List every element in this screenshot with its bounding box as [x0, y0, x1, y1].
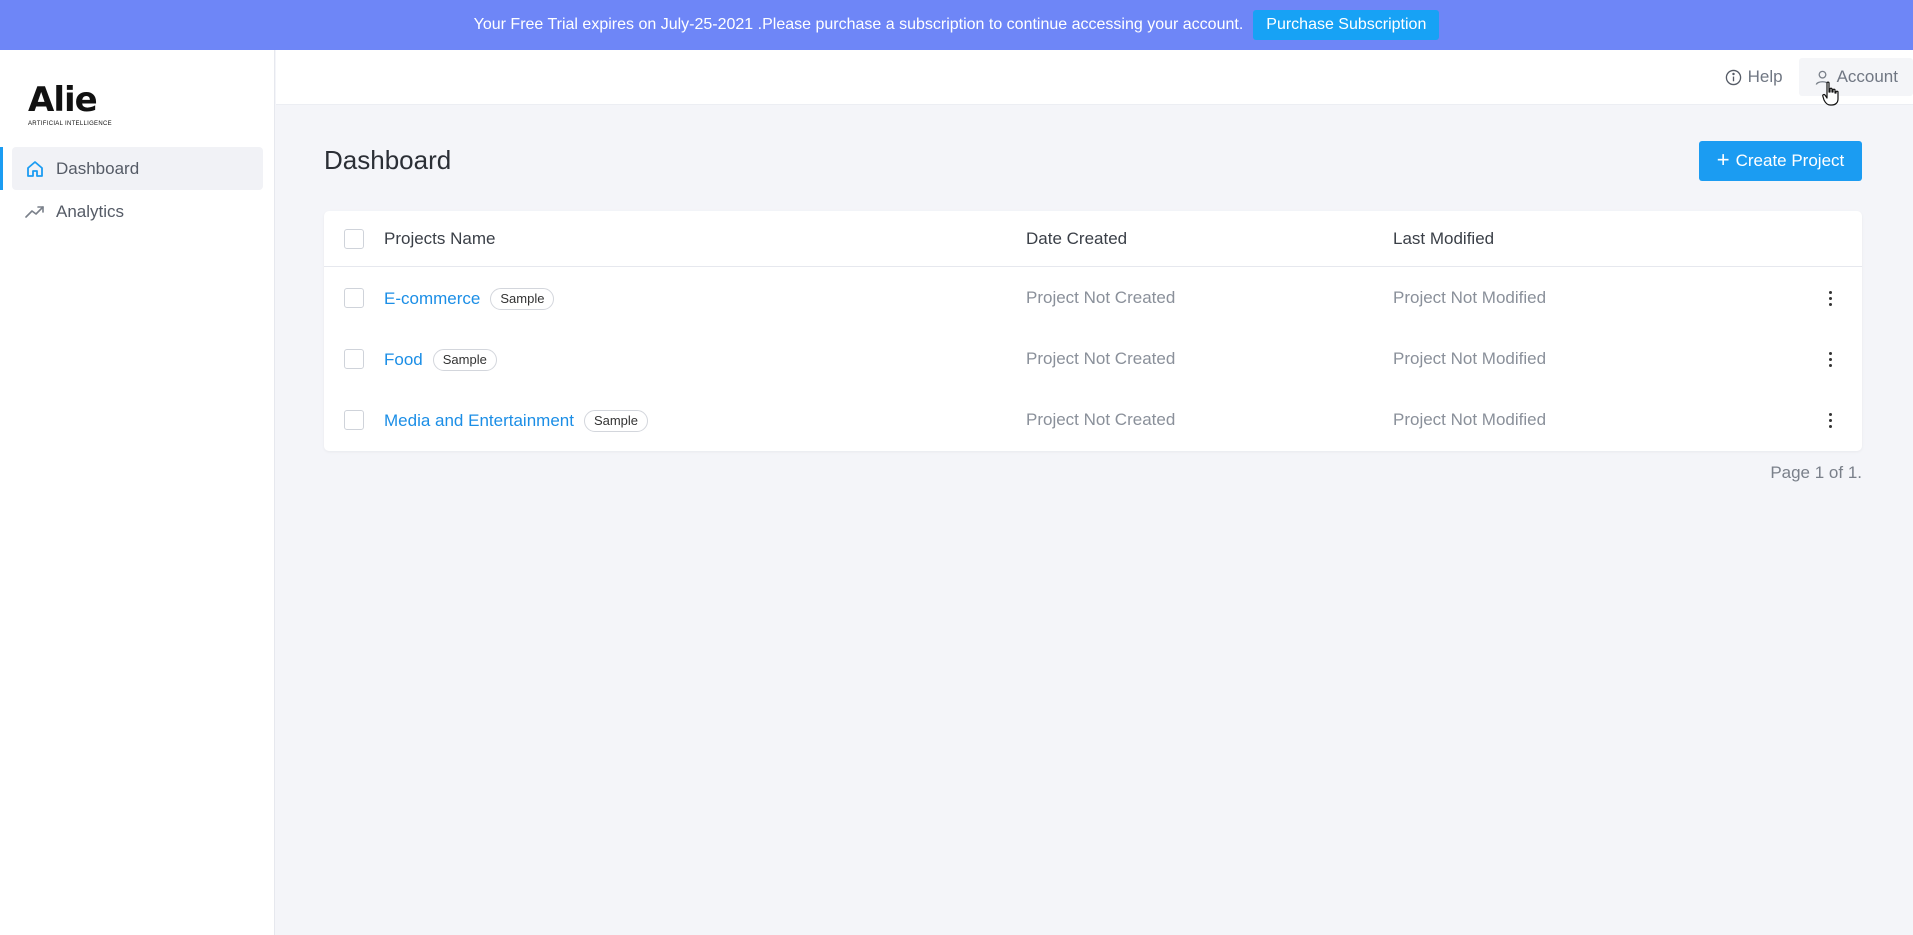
- page-title: Dashboard: [324, 145, 452, 175]
- sidebar-nav: Dashboard Analytics: [0, 147, 275, 233]
- trending-up-icon: [24, 201, 46, 223]
- select-all-checkbox[interactable]: [344, 229, 364, 249]
- trial-banner: Your Free Trial expires on July-25-2021 …: [0, 0, 1913, 50]
- brand-logo[interactable]: Alie ARTIFICIAL INTELLIGENCE: [28, 80, 112, 127]
- sidebar-item-label: Dashboard: [56, 158, 140, 178]
- table-row: Media and Entertainment Sample Project N…: [324, 390, 1862, 451]
- create-project-label: Create Project: [1735, 151, 1845, 170]
- date-created-cell: Project Not Created: [1026, 288, 1176, 307]
- help-label: Help: [1747, 67, 1783, 86]
- row-checkbox[interactable]: [344, 288, 364, 308]
- last-modified-cell: Project Not Modified: [1393, 349, 1547, 368]
- brand-name: Alie: [28, 80, 98, 120]
- column-header-date-created[interactable]: Date Created: [1026, 229, 1127, 249]
- projects-table: Projects Name Date Created Last Modified…: [324, 211, 1862, 451]
- sample-badge: Sample: [583, 410, 649, 432]
- table-row: Food Sample Project Not Created Project …: [324, 329, 1862, 390]
- last-modified-cell: Project Not Modified: [1393, 410, 1547, 429]
- project-name: Food: [384, 350, 423, 369]
- top-header: Help Account: [276, 50, 1913, 105]
- date-created-cell: Project Not Created: [1026, 349, 1176, 368]
- purchase-subscription-button[interactable]: Purchase Subscription: [1253, 10, 1440, 40]
- project-link[interactable]: E-commerce Sample: [384, 288, 555, 310]
- hand-cursor-icon: [1822, 81, 1839, 106]
- sample-badge: Sample: [490, 288, 555, 310]
- account-label: Account: [1836, 67, 1898, 86]
- header-actions: Help Account: [1709, 58, 1913, 96]
- project-link[interactable]: Food Sample: [384, 349, 497, 371]
- help-button[interactable]: Help: [1709, 58, 1799, 96]
- more-options-icon[interactable]: [1824, 408, 1836, 432]
- info-icon: [1725, 69, 1741, 85]
- pagination-text: Page 1 of 1.: [1770, 463, 1862, 482]
- table-row: E-commerce Sample Project Not Created Pr…: [324, 268, 1862, 329]
- project-name: E-commerce: [384, 289, 481, 308]
- trial-banner-text: Your Free Trial expires on July-25-2021 …: [473, 16, 1244, 33]
- sidebar-item-analytics[interactable]: Analytics: [12, 190, 263, 233]
- account-button[interactable]: Account: [1798, 58, 1913, 96]
- column-header-last-modified[interactable]: Last Modified: [1393, 229, 1494, 249]
- last-modified-cell: Project Not Modified: [1393, 288, 1547, 307]
- brand-tagline: ARTIFICIAL INTELLIGENCE: [28, 121, 112, 127]
- more-options-icon[interactable]: [1824, 347, 1836, 371]
- home-icon: [24, 158, 46, 180]
- column-header-name[interactable]: Projects Name: [384, 229, 495, 249]
- sidebar-item-dashboard[interactable]: Dashboard: [0, 147, 263, 190]
- sidebar: Alie ARTIFICIAL INTELLIGENCE Dashboard A…: [0, 50, 275, 935]
- create-project-button[interactable]: + Create Project: [1699, 141, 1862, 181]
- row-checkbox[interactable]: [344, 410, 364, 430]
- project-link[interactable]: Media and Entertainment Sample: [384, 410, 649, 432]
- project-name: Media and Entertainment: [384, 411, 574, 430]
- sidebar-item-label: Analytics: [56, 201, 125, 221]
- table-header: Projects Name Date Created Last Modified: [324, 211, 1862, 267]
- more-options-icon[interactable]: [1824, 286, 1836, 310]
- date-created-cell: Project Not Created: [1026, 410, 1176, 429]
- row-checkbox[interactable]: [344, 349, 364, 369]
- sample-badge: Sample: [432, 349, 497, 371]
- plus-icon: +: [1716, 147, 1730, 172]
